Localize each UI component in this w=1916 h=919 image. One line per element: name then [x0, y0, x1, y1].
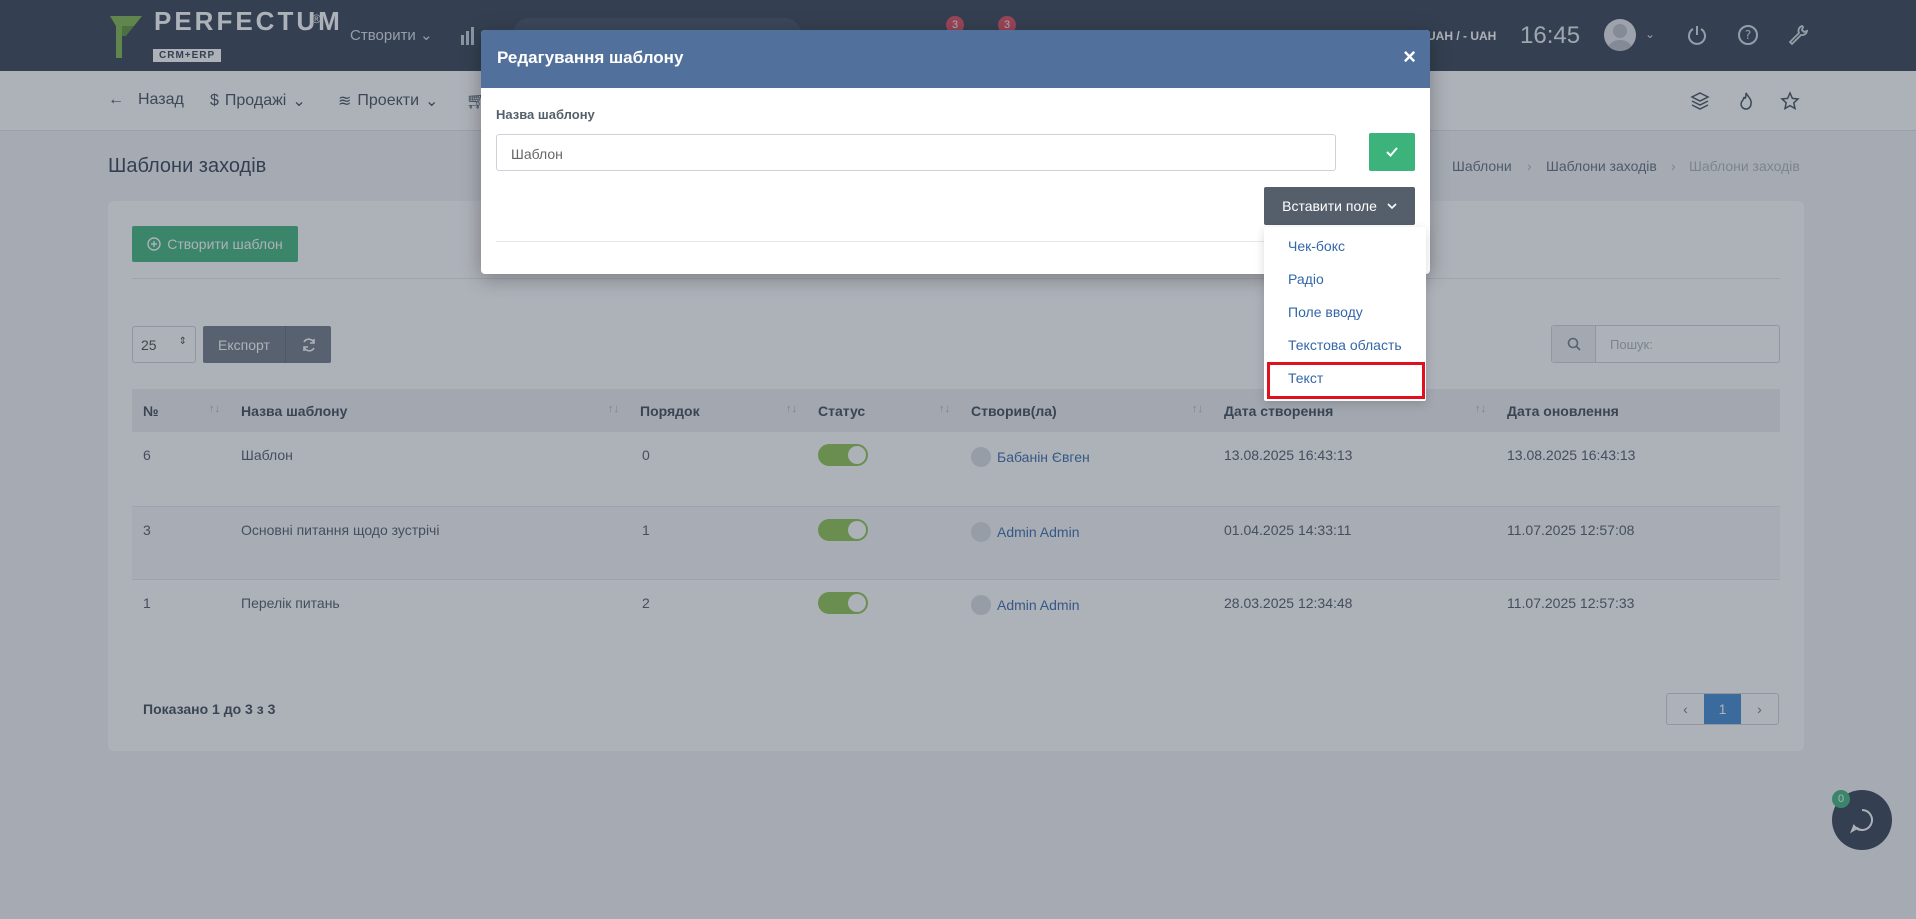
chevron-down-icon [1387, 203, 1397, 210]
dropdown-item-input-field[interactable]: Поле вводу [1288, 304, 1363, 320]
template-name-label: Назва шаблону [496, 107, 595, 122]
insert-field-button[interactable]: Вставити поле [1264, 187, 1415, 225]
modal-header: Редагування шаблону × [481, 30, 1430, 88]
dropdown-item-checkbox[interactable]: Чек-бокс [1288, 238, 1345, 254]
dropdown-item-textarea[interactable]: Текстова область [1288, 337, 1402, 353]
check-icon [1386, 147, 1398, 157]
modal-title: Редагування шаблону [497, 48, 684, 67]
highlight-box [1267, 362, 1425, 399]
template-name-input[interactable]: Шаблон [496, 134, 1336, 171]
save-button[interactable] [1369, 133, 1415, 171]
insert-field-label: Вставити поле [1282, 198, 1377, 214]
dropdown-item-radio[interactable]: Радіо [1288, 271, 1324, 287]
close-icon[interactable]: × [1403, 44, 1416, 70]
